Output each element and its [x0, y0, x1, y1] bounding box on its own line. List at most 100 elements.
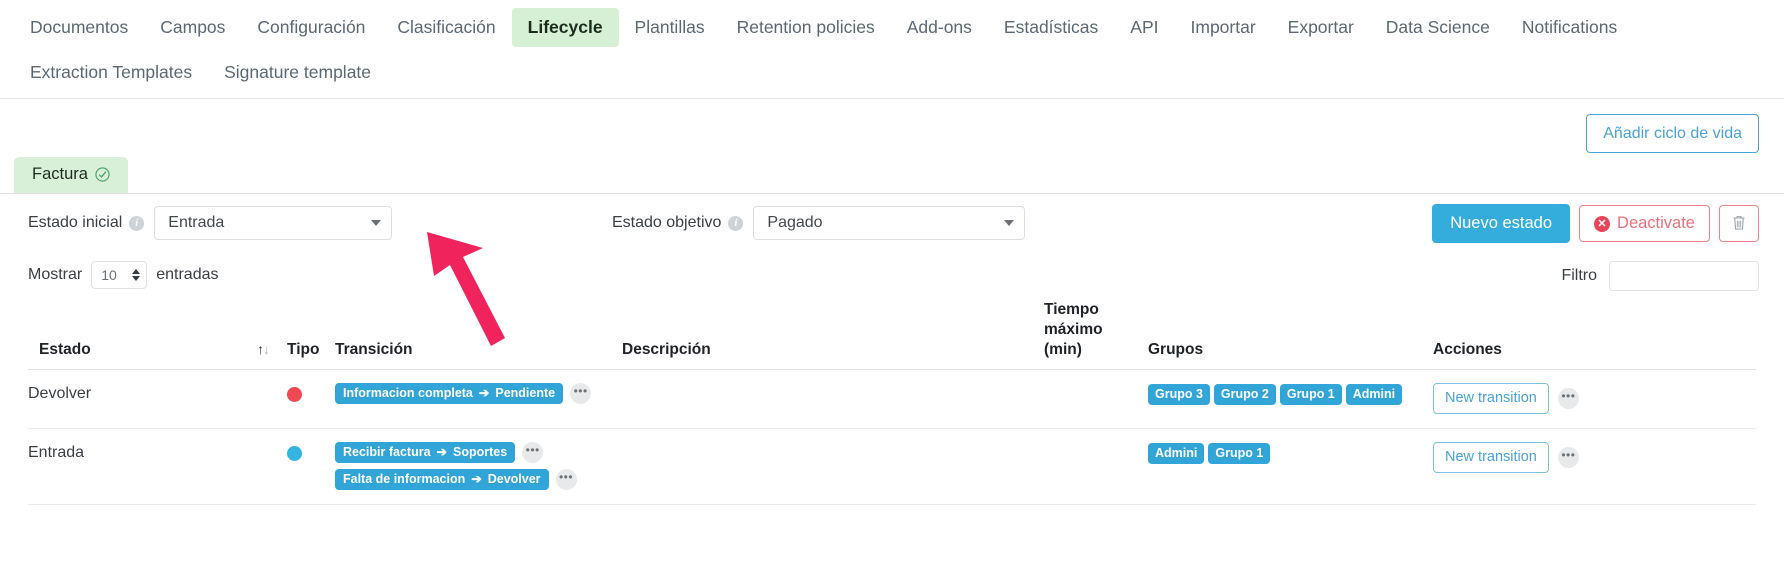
- cell-acciones: New transition •••: [1433, 429, 1756, 505]
- row-menu-button[interactable]: •••: [1558, 388, 1579, 409]
- nav-item-campos[interactable]: Campos: [144, 8, 241, 47]
- initial-state-group: Estado inicial i Entrada: [28, 206, 392, 240]
- sort-updown-icon[interactable]: ↑↓: [257, 341, 269, 357]
- table-toolbar: Mostrar 10 entradas Filtro: [0, 254, 1784, 300]
- add-lifecycle-button[interactable]: Añadir ciclo de vida: [1586, 114, 1759, 153]
- column-header-descripcion[interactable]: Descripción: [622, 300, 1044, 370]
- trash-icon: [1731, 214, 1747, 234]
- filter-label: Filtro: [1561, 267, 1597, 285]
- nav-item-add-ons[interactable]: Add-ons: [891, 8, 988, 47]
- info-icon[interactable]: i: [728, 216, 743, 231]
- x-circle-icon: ✕: [1594, 216, 1610, 232]
- initial-state-label: Estado inicial: [28, 214, 122, 232]
- target-state-select[interactable]: Pagado: [753, 206, 1025, 240]
- nav-item-exportar[interactable]: Exportar: [1272, 8, 1370, 47]
- nav-item-api[interactable]: API: [1114, 8, 1174, 47]
- transition-row: Informacion completa➔Pendiente•••: [335, 383, 622, 404]
- column-header-tipo[interactable]: Tipo: [287, 300, 335, 370]
- transition-to: Devolver: [488, 472, 541, 486]
- actions-wrapper: New transition •••: [1433, 442, 1756, 473]
- group-badge[interactable]: Admini: [1148, 443, 1204, 464]
- transition-from: Recibir factura: [343, 445, 431, 459]
- group-badge[interactable]: Grupo 2: [1214, 384, 1276, 405]
- cell-tipo: [287, 370, 335, 429]
- table-head: Estado ↑↓ Tipo Transición Descripción Ti…: [28, 300, 1756, 370]
- nav-item-signature-template[interactable]: Signature template: [208, 53, 387, 92]
- entity-tab-factura[interactable]: Factura: [14, 157, 128, 193]
- column-header-grupos[interactable]: Grupos: [1148, 300, 1433, 370]
- deactivate-label: Deactivate: [1617, 214, 1695, 233]
- nav-item-clasificacion[interactable]: Clasificación: [381, 8, 511, 47]
- new-state-button[interactable]: Nuevo estado: [1432, 204, 1570, 243]
- main-navigation: Documentos Campos Configuración Clasific…: [0, 0, 1784, 99]
- transition-to: Pendiente: [495, 386, 555, 400]
- group-badge[interactable]: Grupo 3: [1148, 384, 1210, 405]
- cell-estado: Entrada: [28, 429, 257, 505]
- filter-input[interactable]: [1609, 261, 1759, 291]
- cell-tiempo-maximo: [1044, 429, 1148, 505]
- group-badge[interactable]: Admini: [1346, 384, 1402, 405]
- nav-item-importar[interactable]: Importar: [1175, 8, 1272, 47]
- initial-state-label-wrap: Estado inicial i: [28, 214, 144, 232]
- row-menu-button[interactable]: •••: [1558, 447, 1579, 468]
- column-header-transicion[interactable]: Transición: [335, 300, 622, 370]
- cell-spacer: [257, 370, 287, 429]
- group-badge[interactable]: Grupo 1: [1280, 384, 1342, 405]
- tiempo-line-3: (min): [1044, 341, 1082, 358]
- page-action-row: Añadir ciclo de vida: [0, 99, 1784, 157]
- cell-estado: Devolver: [28, 370, 257, 429]
- nav-item-configuracion[interactable]: Configuración: [241, 8, 381, 47]
- transition-menu-button[interactable]: •••: [556, 469, 577, 490]
- show-entries-suffix: entradas: [156, 266, 218, 284]
- transition-badge[interactable]: Recibir factura ➔ Soportes: [335, 442, 515, 463]
- transition-row: Falta de informacion➔Devolver •••: [335, 469, 622, 490]
- transition-badge[interactable]: Falta de informacion➔Devolver: [335, 469, 549, 490]
- transition-to: Soportes: [453, 445, 507, 459]
- deactivate-button[interactable]: ✕ Deactivate: [1579, 205, 1710, 242]
- transition-badge[interactable]: Informacion completa➔Pendiente: [335, 383, 563, 404]
- new-transition-button[interactable]: New transition: [1433, 383, 1549, 414]
- nav-item-documentos[interactable]: Documentos: [14, 8, 144, 47]
- transition-menu-button[interactable]: •••: [570, 383, 591, 404]
- lifecycle-states-table: Estado ↑↓ Tipo Transición Descripción Ti…: [28, 300, 1756, 505]
- tiempo-line-2: máximo: [1044, 321, 1103, 338]
- nav-item-extraction-templates[interactable]: Extraction Templates: [14, 53, 208, 92]
- nav-item-estadisticas[interactable]: Estadísticas: [988, 8, 1114, 47]
- column-header-estado[interactable]: Estado: [28, 300, 257, 370]
- initial-state-value: Entrada: [168, 214, 224, 232]
- page-size-group: Mostrar 10 entradas: [28, 261, 219, 289]
- nav-item-lifecycle[interactable]: Lifecycle: [512, 8, 619, 47]
- actions-wrapper: New transition •••: [1433, 383, 1756, 414]
- nav-item-data-science[interactable]: Data Science: [1370, 8, 1506, 47]
- nav-item-retention-policies[interactable]: Retention policies: [721, 8, 891, 47]
- target-state-value: Pagado: [767, 214, 822, 232]
- type-color-dot: [287, 446, 302, 461]
- entity-tab-bar: Factura: [0, 157, 1784, 194]
- group-badge[interactable]: Grupo 1: [1208, 443, 1270, 464]
- page-size-stepper[interactable]: 10: [91, 261, 147, 289]
- nav-item-notifications[interactable]: Notifications: [1506, 8, 1633, 47]
- column-sort-toggle[interactable]: ↑↓: [257, 300, 287, 370]
- cell-grupos: AdminiGrupo 1: [1148, 429, 1433, 505]
- arrow-right-icon: ➔: [479, 386, 489, 400]
- nav-item-plantillas[interactable]: Plantillas: [619, 8, 721, 47]
- new-transition-button[interactable]: New transition: [1433, 442, 1549, 473]
- column-header-tiempo-maximo[interactable]: Tiempo máximo (min): [1044, 300, 1148, 370]
- cell-tiempo-maximo: [1044, 370, 1148, 429]
- initial-state-select[interactable]: Entrada: [154, 206, 392, 240]
- info-icon[interactable]: i: [129, 216, 144, 231]
- arrow-right-icon: ➔: [437, 445, 447, 459]
- cell-transiciones: Informacion completa➔Pendiente•••: [335, 370, 622, 429]
- state-controls-bar: Estado inicial i Entrada Estado objetivo…: [0, 194, 1784, 254]
- cell-grupos: Grupo 3Grupo 2Grupo 1Admini: [1148, 370, 1433, 429]
- transition-menu-button[interactable]: •••: [522, 442, 543, 463]
- delete-lifecycle-button[interactable]: [1719, 205, 1759, 242]
- table-row: DevolverInformacion completa➔Pendiente••…: [28, 370, 1756, 429]
- chevron-down-icon: [371, 220, 381, 226]
- chevron-down-icon: [1004, 220, 1014, 226]
- stepper-arrows-icon[interactable]: [132, 269, 140, 281]
- target-state-label: Estado objetivo: [612, 214, 721, 232]
- cell-transiciones: Recibir factura➔Soportes•••Falta de info…: [335, 429, 622, 505]
- check-circle-icon: [95, 167, 110, 182]
- table-body: DevolverInformacion completa➔Pendiente••…: [28, 370, 1756, 505]
